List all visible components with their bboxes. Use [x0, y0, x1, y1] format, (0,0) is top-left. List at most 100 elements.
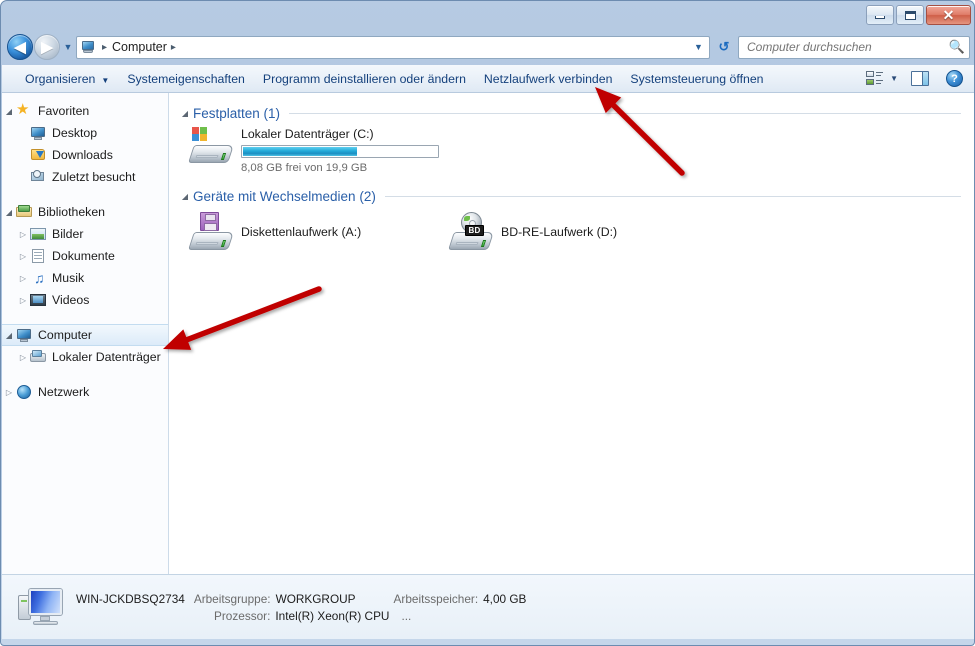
maximize-icon — [904, 10, 916, 20]
chevron-down-icon: ▼ — [101, 75, 110, 85]
toolbar-item-programm-deinstallieren[interactable]: Programm deinstallieren oder ändern — [254, 68, 475, 90]
monitor-icon — [30, 125, 47, 141]
toolbar-item-organisieren[interactable]: Organisieren ▼ — [16, 68, 118, 90]
file-list-pane[interactable]: ◢ Festplatten (1) Lokaler Datenträger (C… — [169, 93, 974, 574]
sidebar-label: Dokumente — [52, 249, 115, 263]
workgroup-value: WORKGROUP — [275, 591, 356, 606]
group-header-festplatten[interactable]: ◢ Festplatten (1) — [177, 103, 974, 123]
sidebar-label: Computer — [38, 328, 92, 342]
twisty-collapsed-icon[interactable]: ▷ — [16, 252, 30, 261]
music-icon: ♫ — [34, 270, 45, 286]
history-dropdown-button[interactable]: ▼ — [60, 34, 76, 60]
twisty-collapsed-icon[interactable]: ▷ — [16, 353, 30, 362]
toolbar-item-systemeigenschaften[interactable]: Systemeigenschaften — [118, 68, 254, 90]
twisty-collapsed-icon[interactable]: ▷ — [16, 274, 30, 283]
drive-name: BD-RE-Laufwerk (D:) — [501, 225, 618, 239]
twisty-expanded-icon[interactable]: ◢ — [2, 331, 16, 340]
breadcrumb-item-computer[interactable]: Computer — [112, 40, 167, 54]
maximize-button[interactable] — [896, 5, 924, 25]
sidebar-label: Netzwerk — [38, 385, 90, 399]
drive-name: Diskettenlaufwerk (A:) — [241, 225, 362, 239]
twisty-expanded-icon[interactable]: ◢ — [177, 109, 193, 118]
sidebar-label: Downloads — [52, 148, 113, 162]
sidebar-item-downloads[interactable]: Downloads — [2, 144, 168, 166]
chevron-down-icon[interactable]: ▼ — [890, 74, 898, 83]
twisty-expanded-icon[interactable]: ◢ — [2, 107, 16, 116]
sidebar-label: Videos — [52, 293, 90, 307]
help-icon[interactable]: ? — [946, 70, 963, 87]
twisty-expanded-icon[interactable]: ◢ — [177, 192, 193, 201]
drive-tile-local-disk-c[interactable]: Lokaler Datenträger (C:) 8,08 GB frei vo… — [188, 125, 449, 174]
refresh-icon: ↺ — [718, 39, 730, 54]
toolbar-item-systemsteuerung-oeffnen[interactable]: Systemsteuerung öffnen — [621, 68, 772, 90]
navigation-pane[interactable]: ◢ ★ Favoriten Desktop Downloads Zuletzt … — [2, 93, 169, 574]
search-icon[interactable]: 🔍 — [949, 39, 965, 55]
twisty-expanded-icon[interactable]: ◢ — [2, 208, 16, 217]
sidebar-group-bibliotheken[interactable]: ◢ Bibliotheken — [2, 201, 168, 223]
star-icon: ★ — [16, 101, 30, 118]
twisty-collapsed-icon[interactable]: ▷ — [2, 388, 16, 397]
drive-row-wechselmedien: Diskettenlaufwerk (A:) BD BD-RE-Laufwerk… — [177, 212, 974, 252]
details-line-2: Prozessor: Intel(R) Xeon(R) CPU ... — [76, 609, 526, 623]
sidebar-label: Bilder — [52, 227, 84, 241]
sidebar-item-netzwerk[interactable]: ▷ Netzwerk — [2, 381, 168, 403]
download-folder-icon — [30, 147, 47, 163]
breadcrumb-separator: ▸ — [102, 41, 108, 53]
sidebar-label: Zuletzt besucht — [52, 170, 136, 184]
floppy-drive-icon — [188, 212, 235, 252]
sidebar-item-lokaler-datentraeger[interactable]: ▷ Lokaler Datenträger — [2, 346, 168, 368]
processor-value: Intel(R) Xeon(R) CPU — [275, 608, 390, 623]
forward-button[interactable]: ▶ — [34, 34, 60, 60]
back-button[interactable]: ◀ — [7, 34, 33, 60]
view-options-icon[interactable] — [866, 70, 884, 87]
group-separator-line — [384, 195, 961, 197]
drive-free-space: 8,08 GB frei von 19,9 GB — [241, 162, 368, 174]
group-title: Geräte mit Wechselmedien (2) — [193, 188, 376, 204]
twisty-collapsed-icon[interactable]: ▷ — [16, 230, 30, 239]
drive-name: Lokaler Datenträger (C:) — [241, 127, 374, 141]
toolbar-label: Organisieren — [25, 71, 96, 86]
windows-harddisk-icon — [188, 125, 235, 165]
processor-label: Prozessor: — [214, 608, 271, 623]
search-input[interactable] — [747, 40, 949, 54]
drive-tile-floppy-a[interactable]: Diskettenlaufwerk (A:) — [188, 212, 449, 252]
close-button[interactable]: ✕ — [926, 5, 971, 25]
window-body: ◢ ★ Favoriten Desktop Downloads Zuletzt … — [2, 93, 974, 574]
breadcrumb-separator-trailing[interactable]: ▸ — [171, 42, 176, 53]
preview-pane-icon[interactable] — [911, 71, 929, 86]
computer-icon — [80, 39, 96, 55]
capacity-bar — [241, 145, 439, 158]
sidebar-label: Bibliotheken — [38, 205, 105, 219]
search-box[interactable]: 🔍 — [738, 35, 970, 59]
refresh-button[interactable]: ↺ — [712, 36, 736, 59]
sidebar-item-videos[interactable]: ▷ Videos — [2, 289, 168, 311]
capacity-bar-fill — [243, 147, 358, 156]
explorer-window: ✕ ◀ ▶ ▼ ▸ Computer ▸ ▼ ↺ Computer durchs… — [0, 0, 975, 646]
documents-icon — [30, 248, 47, 264]
sidebar-item-zuletzt-besucht[interactable]: Zuletzt besucht — [2, 166, 168, 188]
address-dropdown-button[interactable]: ▼ — [690, 37, 707, 58]
chevron-down-icon: ▼ — [63, 42, 73, 52]
memory-value: 4,00 GB — [483, 591, 527, 606]
sidebar-item-computer[interactable]: ◢ Computer — [2, 324, 168, 346]
videos-icon — [30, 292, 47, 308]
address-row: ◀ ▶ ▼ ▸ Computer ▸ ▼ ↺ 🔍 — [1, 31, 974, 63]
sidebar-item-musik[interactable]: ▷ ♫ Musik — [2, 267, 168, 289]
toolbar-item-netzlaufwerk-verbinden[interactable]: Netzlaufwerk verbinden — [475, 68, 622, 90]
sidebar-item-bilder[interactable]: ▷ Bilder — [2, 223, 168, 245]
twisty-collapsed-icon[interactable]: ▷ — [16, 296, 30, 305]
sidebar-group-favoriten[interactable]: ◢ ★ Favoriten — [2, 100, 168, 122]
sidebar-label: Favoriten — [38, 104, 90, 118]
group-header-wechselmedien[interactable]: ◢ Geräte mit Wechselmedien (2) — [177, 186, 974, 206]
drive-info: Lokaler Datenträger (C:) 8,08 GB frei vo… — [241, 125, 439, 174]
sidebar-item-desktop[interactable]: Desktop — [2, 122, 168, 144]
details-fields: WIN-JCKDBSQ2734 Arbeitsgruppe: WORKGROUP… — [76, 592, 526, 623]
address-bar[interactable]: ▸ Computer ▸ ▼ — [76, 35, 710, 59]
minimize-icon — [875, 16, 885, 19]
computer-icon — [18, 586, 66, 628]
minimize-button[interactable] — [866, 5, 894, 25]
sidebar-item-dokumente[interactable]: ▷ Dokumente — [2, 245, 168, 267]
drive-tile-bdre-d[interactable]: BD BD-RE-Laufwerk (D:) — [448, 212, 709, 252]
